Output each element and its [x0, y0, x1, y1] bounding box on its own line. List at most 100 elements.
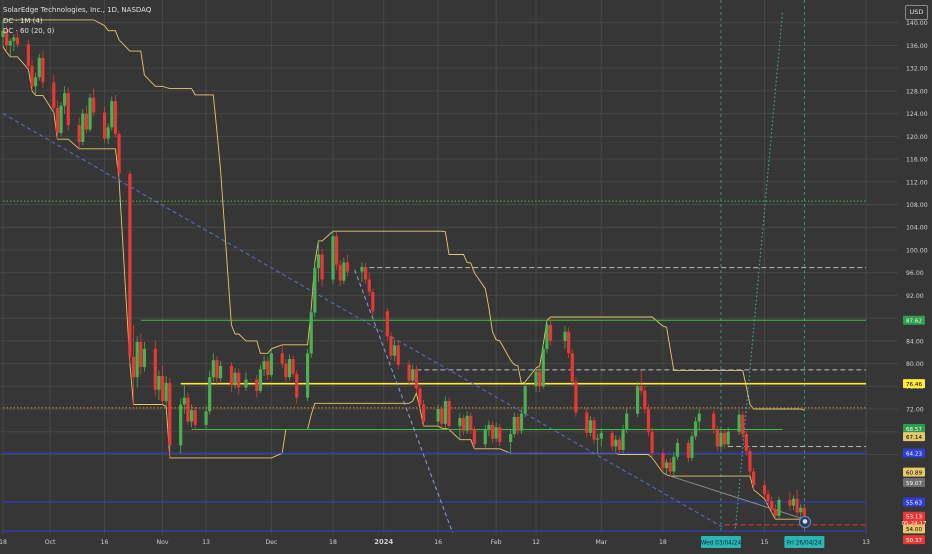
x-tick-label: Dec: [265, 539, 278, 546]
candle-body: [15, 37, 20, 45]
indicator-legend-2: DC · 60 (20, 0): [3, 27, 55, 35]
x-tick-label: Feb: [491, 539, 502, 546]
candle-body: [396, 345, 400, 365]
y-tick-label: 84.00: [906, 338, 924, 345]
candle-body: [715, 429, 719, 447]
candle-body: [509, 434, 513, 442]
candle-body: [186, 397, 190, 422]
x-tick-label: Nov: [157, 539, 169, 546]
y-tick-label: 104.00: [906, 225, 928, 232]
candle-body: [498, 427, 502, 442]
candle-body: [519, 413, 524, 431]
y-tick-label: 128.00: [906, 88, 928, 95]
candle-body: [393, 345, 397, 356]
candle-body: [88, 97, 92, 130]
candle-body: [414, 369, 418, 389]
candle-body: [722, 432, 727, 445]
candle-body: [55, 107, 59, 133]
candle-body: [84, 113, 88, 130]
candle-body: [211, 360, 215, 378]
candle-body: [610, 432, 614, 447]
candle-body: [280, 353, 284, 364]
candle-body: [748, 451, 752, 472]
candle-body: [664, 462, 669, 469]
candle-body: [646, 409, 651, 432]
price-axis: 140.00 136.00 132.00 128.00 124.00 120.00 116.…: [898, 0, 932, 550]
candle-body: [766, 494, 770, 502]
candle-body: [693, 421, 698, 437]
candle-body: [726, 431, 730, 445]
y-tick-label: 80.00: [906, 361, 924, 368]
candle-body: [287, 359, 292, 378]
candle-body: [215, 360, 219, 379]
candle-body: [338, 264, 342, 281]
candle-body: [389, 336, 393, 356]
candle-body: [773, 509, 777, 516]
price-badge-label: 50.37: [906, 538, 922, 544]
x-tick-label: 13: [202, 539, 210, 546]
candle-body: [34, 77, 38, 87]
candle-body: [110, 101, 114, 128]
x-tick-label: 18: [0, 539, 7, 546]
candle-body: [135, 341, 139, 378]
candle-body: [316, 254, 321, 269]
candle-body: [770, 501, 774, 510]
candle-body: [614, 439, 618, 447]
candle-body: [465, 415, 469, 431]
candle-body: [128, 173, 132, 357]
candle-body: [635, 386, 640, 414]
time-marker-icon[interactable]: ●: [799, 516, 811, 528]
chart-background: [0, 0, 932, 550]
candle-body: [30, 65, 34, 87]
candle-body: [160, 376, 165, 402]
candle-body: [189, 410, 194, 422]
x-tick-label: Oct: [45, 539, 56, 546]
candle-body: [672, 456, 676, 472]
candle-body: [360, 267, 364, 272]
y-tick-label: 116.00: [906, 157, 928, 164]
candle-body: [541, 348, 545, 387]
candle-body: [563, 331, 567, 341]
candle-body: [483, 429, 487, 445]
candle-body: [650, 431, 654, 454]
candle-body: [788, 499, 792, 506]
candle-body: [262, 361, 266, 370]
candle-body: [168, 382, 172, 446]
price-badge-label: 67.14: [906, 435, 922, 441]
candle-body: [92, 97, 96, 113]
candle-body: [440, 409, 444, 424]
currency-label: USD: [909, 8, 924, 16]
candle-body: [41, 57, 45, 83]
price-chart[interactable]: 140.00 136.00 132.00 128.00 124.00 120.00 116.…: [0, 0, 932, 550]
candle-body: [12, 37, 16, 41]
chart-area[interactable]: 140.00 136.00 132.00 128.00 124.00 120.00 116.…: [0, 0, 932, 550]
candle-body: [686, 443, 690, 458]
candle-body: [744, 434, 748, 452]
x-tick-label: 12: [532, 539, 540, 546]
candle-body: [588, 420, 593, 433]
y-tick-label: 132.00: [906, 66, 928, 73]
candle-body: [8, 40, 12, 46]
currency-badge[interactable]: USD: [905, 5, 928, 20]
candle-body: [599, 432, 603, 439]
candle-body: [675, 443, 680, 457]
x-tick-label: 16: [434, 539, 442, 546]
candle-body: [795, 498, 799, 513]
candle-body: [443, 401, 447, 424]
candle-body: [229, 365, 234, 386]
candle-body: [741, 414, 745, 435]
price-badge-label: 64.23: [906, 451, 922, 457]
candle-body: [490, 424, 495, 439]
candle-body: [545, 324, 549, 349]
candle-body: [512, 416, 516, 435]
candle-body: [617, 439, 622, 450]
candle-body: [367, 279, 371, 292]
candle-body: [204, 411, 208, 425]
candle-body: [422, 404, 426, 422]
candle-body: [762, 485, 767, 495]
candle-body: [131, 356, 136, 378]
y-tick-label: 96.00: [906, 270, 924, 277]
candle-body: [309, 312, 313, 354]
candle-body: [334, 236, 339, 265]
candle-body: [461, 418, 466, 431]
